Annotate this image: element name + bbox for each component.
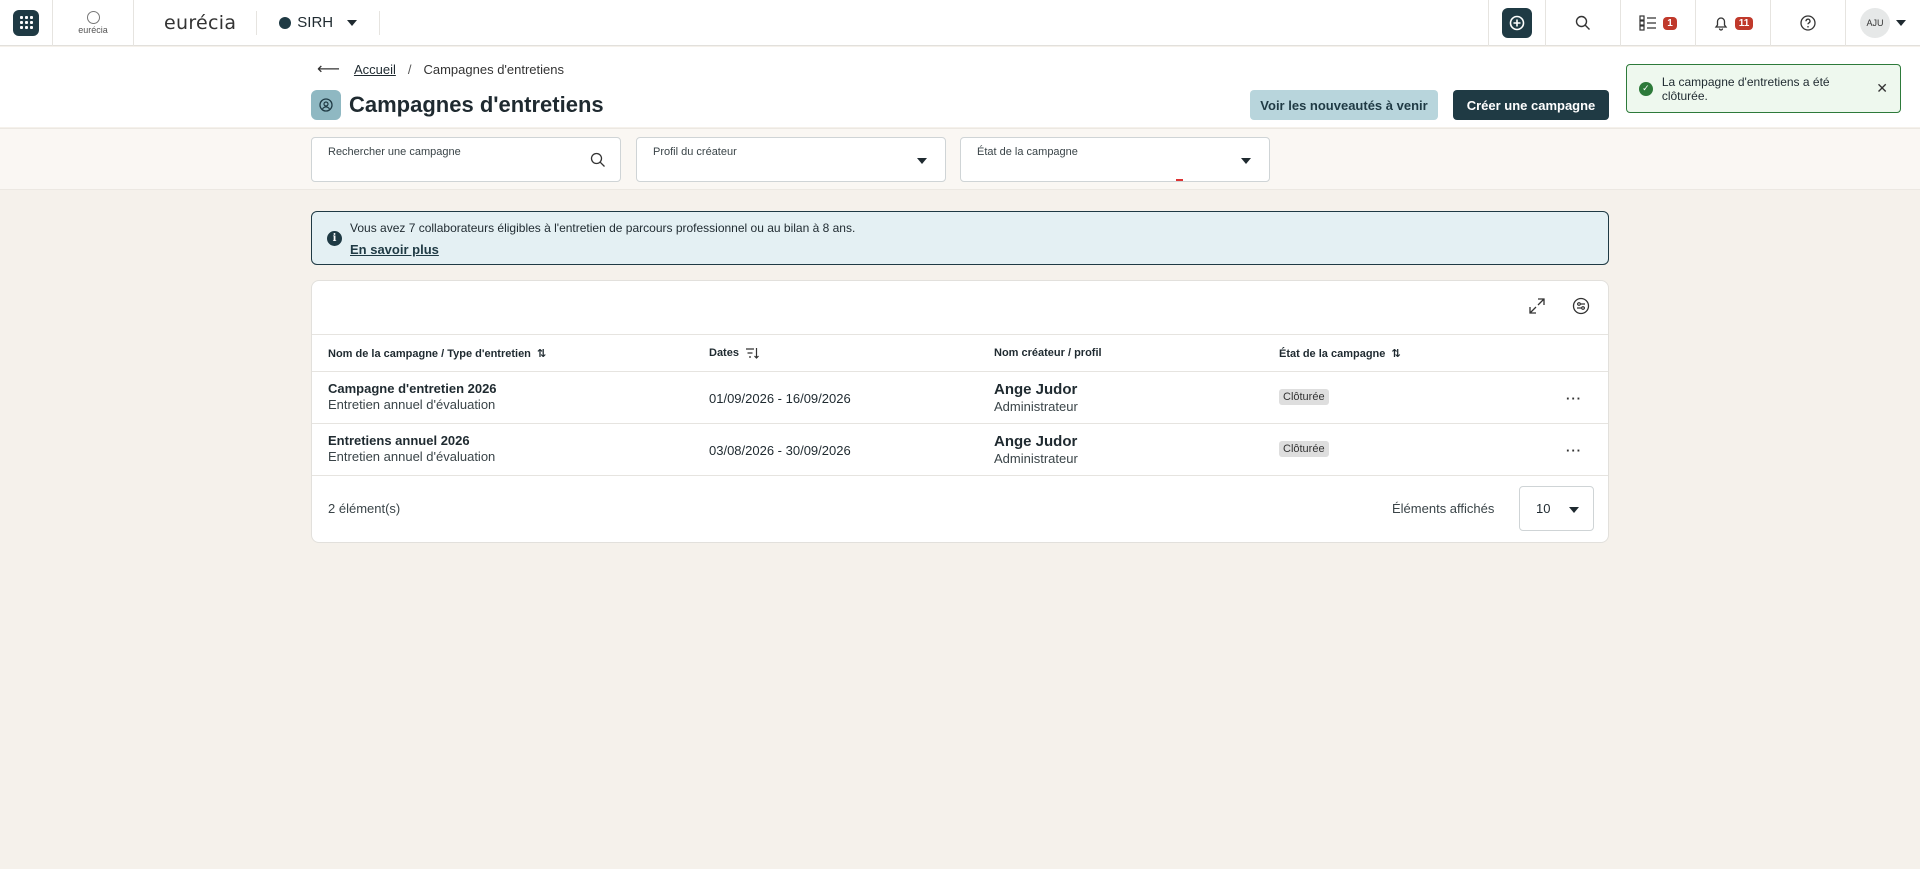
creator-cell: Ange Judor Administrateur	[994, 381, 1078, 414]
interview-icon	[311, 90, 341, 120]
chevron-down-icon	[1569, 507, 1579, 513]
notifications-badge: 11	[1734, 16, 1754, 30]
expand-icon[interactable]	[1528, 297, 1546, 315]
creator-profile: Administrateur	[994, 451, 1078, 466]
info-message: Vous avez 7 collaborateurs éligibles à l…	[350, 221, 856, 235]
back-arrow-icon[interactable]: ⟵	[317, 59, 340, 79]
header-state-label: État de la campagne	[1279, 347, 1386, 360]
tasks-badge: 1	[1663, 16, 1677, 30]
help-button[interactable]	[1770, 0, 1845, 46]
campaign-state-select[interactable]: État de la campagne	[960, 137, 1270, 182]
creator-profile-select[interactable]: Profil du créateur	[636, 137, 946, 182]
module-icon	[279, 16, 292, 29]
check-circle-icon: ✓	[1639, 81, 1653, 96]
create-campaign-button[interactable]: Créer une campagne	[1453, 90, 1609, 120]
info-banner: i Vous avez 7 collaborateurs éligibles à…	[311, 211, 1609, 265]
breadcrumb-home-link[interactable]: Accueil	[354, 62, 396, 77]
top-right-actions: 1 11 AJU	[1488, 0, 1920, 46]
creator-profile-label: Profil du créateur	[653, 146, 737, 158]
apps-grid-button[interactable]	[13, 9, 39, 36]
info-icon: i	[327, 231, 342, 246]
interview-type: Entretien annuel d'évaluation	[328, 449, 496, 464]
interview-type: Entretien annuel d'évaluation	[328, 397, 496, 412]
plus-circle-icon	[1509, 15, 1525, 31]
chevron-down-icon	[1241, 158, 1251, 164]
creator-cell: Ange Judor Administrateur	[994, 433, 1078, 466]
table-tools	[1528, 297, 1590, 315]
per-page-select[interactable]: 10	[1519, 486, 1594, 531]
breadcrumb: ⟵ Accueil / Campagnes d'entretiens	[317, 59, 564, 79]
search-label: Rechercher une campagne	[328, 146, 461, 158]
campaign-name[interactable]: Entretiens annuel 2026	[328, 433, 495, 448]
success-toast: ✓ La campagne d'entretiens a été clôturé…	[1626, 64, 1901, 113]
page-title: Campagnes d'entretiens	[349, 92, 604, 117]
upcoming-features-button[interactable]: Voir les nouveautés à venir	[1250, 90, 1438, 120]
tasks-button[interactable]: 1	[1620, 0, 1695, 46]
bell-icon	[1714, 17, 1728, 31]
help-icon	[1800, 15, 1816, 31]
campaigns-table-card: Nom de la campagne / Type d'entretien ⇅ …	[311, 280, 1609, 543]
status-badge: Clôturée	[1279, 389, 1329, 405]
notifications-button[interactable]: 11	[1695, 0, 1770, 46]
grid-icon	[19, 16, 33, 29]
table-header: Nom de la campagne / Type d'entretien ⇅ …	[312, 334, 1608, 372]
header-campaign-name-label: Nom de la campagne / Type d'entretien	[328, 347, 531, 360]
module-selector[interactable]: SIRH	[257, 14, 379, 31]
module-label: SIRH	[297, 14, 334, 31]
creator-name: Ange Judor	[994, 381, 1078, 398]
chevron-down-icon	[917, 158, 927, 164]
divider	[379, 10, 381, 35]
header-dates[interactable]: Dates	[709, 347, 759, 359]
sort-descending-icon	[745, 348, 759, 359]
table-row[interactable]: Campagne d'entretien 2026 Entretien annu…	[312, 373, 1608, 424]
status-badge: Clôturée	[1279, 441, 1329, 457]
checklist-icon	[1639, 15, 1657, 31]
search-icon	[590, 152, 605, 167]
required-marker	[1176, 179, 1183, 181]
creator-name: Ange Judor	[994, 433, 1078, 450]
eurecia-logo-small[interactable]: eurécia	[53, 10, 133, 35]
search-icon	[1575, 15, 1590, 30]
creator-profile: Administrateur	[994, 399, 1078, 414]
brand-logo[interactable]: eurécia	[134, 12, 256, 34]
quick-add-button[interactable]	[1502, 8, 1532, 38]
element-count: 2 élément(s)	[328, 501, 401, 516]
avatar: AJU	[1860, 8, 1890, 38]
sort-icon: ⇅	[1391, 348, 1401, 360]
header-creator: Nom créateur / profil	[994, 347, 1102, 359]
user-menu[interactable]: AJU	[1845, 0, 1920, 46]
column-settings-icon[interactable]	[1572, 297, 1590, 315]
header-campaign-name[interactable]: Nom de la campagne / Type d'entretien ⇅	[328, 347, 547, 361]
campaign-name-cell: Entretiens annuel 2026 Entretien annuel …	[328, 433, 495, 464]
campaign-dates: 03/08/2026 - 30/09/2026	[709, 443, 851, 458]
toast-message: La campagne d'entretiens a été clôturée.	[1661, 74, 1830, 103]
learn-more-link[interactable]: En savoir plus	[350, 242, 439, 257]
search-button[interactable]	[1545, 0, 1620, 46]
header-dates-label: Dates	[709, 347, 739, 359]
breadcrumb-current: Campagnes d'entretiens	[423, 61, 564, 77]
close-icon[interactable]: ✕	[1876, 80, 1888, 97]
campaign-state-label: État de la campagne	[977, 146, 1078, 158]
table-row[interactable]: Entretiens annuel 2026 Entretien annuel …	[312, 425, 1608, 476]
campaign-name[interactable]: Campagne d'entretien 2026	[328, 381, 497, 396]
chevron-down-icon	[347, 19, 358, 26]
top-bar: eurécia eurécia SIRH 1 11 AJU	[0, 0, 1920, 46]
per-page-value: 10	[1536, 501, 1551, 516]
header-creator-label: Nom créateur / profil	[994, 347, 1102, 359]
page-title-container: Campagnes d'entretiens	[311, 90, 604, 120]
breadcrumb-separator: /	[407, 61, 412, 77]
header-state[interactable]: État de la campagne ⇅	[1279, 347, 1401, 361]
filters-bar: Rechercher une campagne Profil du créate…	[0, 128, 1920, 190]
campaign-name-cell: Campagne d'entretien 2026 Entretien annu…	[328, 381, 497, 412]
quick-add-container	[1488, 0, 1545, 46]
sort-icon: ⇅	[536, 348, 547, 360]
search-input[interactable]: Rechercher une campagne	[311, 137, 621, 182]
row-actions-button[interactable]: ···	[1566, 443, 1582, 458]
chevron-down-icon	[1896, 20, 1906, 26]
logo-small-text: eurécia	[78, 24, 108, 35]
campaign-dates: 01/09/2026 - 16/09/2026	[709, 391, 851, 406]
per-page-label: Éléments affichés	[1392, 501, 1495, 516]
row-actions-button[interactable]: ···	[1566, 391, 1582, 406]
smiley-icon	[86, 10, 100, 24]
